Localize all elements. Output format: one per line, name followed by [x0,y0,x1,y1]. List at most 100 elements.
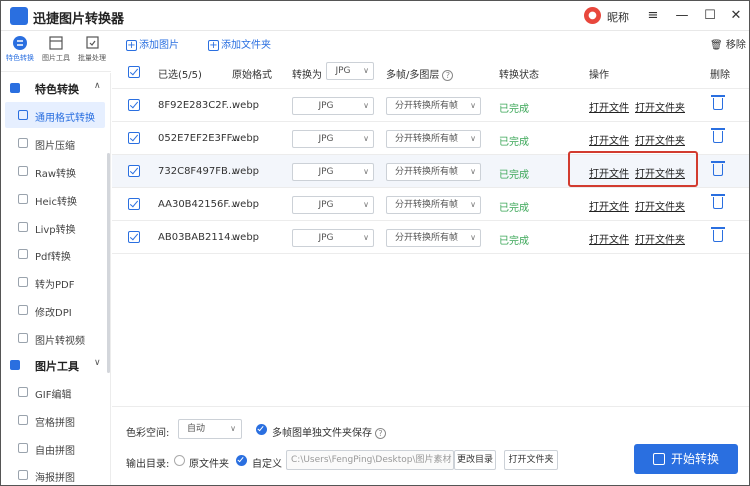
convert-all-select[interactable]: JPG ∨ [326,62,374,80]
file-name: 732C8F497FB... [158,166,238,177]
original-folder-label: 原文件夹 [189,459,229,470]
sidebar-item-heic[interactable]: Heic转换 [5,186,105,212]
tools-group-icon [10,360,20,370]
sidebar-item-compress[interactable]: 图片压缩 [5,130,105,156]
open-file-link[interactable]: 打开文件 [589,198,629,213]
delete-icon[interactable] [711,227,725,242]
special-convert-icon [13,36,27,50]
frames-select[interactable]: 分开转换所有帧 ∨ [386,196,481,214]
row-checkbox[interactable] [128,99,140,111]
remove-button[interactable]: 🗑︎ 移除 [710,36,746,51]
tab-image-tools[interactable]: 图片工具 [39,35,73,63]
chevron-down-icon: ∨ [470,134,476,143]
custom-folder-label: 自定义 [252,459,282,470]
output-path-input[interactable]: C:\Users\FengPing\Desktop\图片素材 [286,450,454,470]
help-icon[interactable]: ? [442,70,454,81]
chevron-down-icon: ∨ [470,101,476,110]
select-all-checkbox[interactable] [128,66,140,78]
sidebar-item-grid[interactable]: 宫格拼图 [5,407,105,433]
table-row[interactable]: AA30B42156F... webp JPG ∨ 分开转换所有帧 ∨ 已完成 打开… [112,188,749,221]
maximize-icon[interactable]: ☐ [699,5,721,27]
open-folder-link[interactable]: 打开文件夹 [635,99,685,114]
row-checkbox[interactable] [128,231,140,243]
sidebar-group-special[interactable]: 特色转换 ∧ [1,75,109,101]
nickname[interactable]: 昵称 [607,9,629,25]
tab-batch[interactable]: 批量处理 [75,35,109,63]
open-file-link[interactable]: 打开文件 [589,132,629,147]
row-checkbox[interactable] [128,165,140,177]
pdf-icon [18,249,28,259]
delete-icon[interactable] [711,95,725,110]
tab-label: 特色转换 [6,54,34,62]
delete-icon[interactable] [711,161,725,176]
frames-select[interactable]: 分开转换所有帧 ∨ [386,163,481,181]
sidebar-group-tools[interactable]: 图片工具 ∨ [1,352,109,378]
sidebar-item-free[interactable]: 自由拼图 [5,435,105,461]
row-checkbox[interactable] [128,132,140,144]
open-file-link[interactable]: 打开文件 [589,99,629,114]
sidebar-item-to-video[interactable]: 图片转视频 [5,325,105,351]
file-name: 052E7EF2E3FF... [158,133,241,144]
format-icon [18,110,28,120]
app-title: 迅捷图片转换器 [33,12,125,27]
original-folder-radio[interactable] [174,455,185,466]
target-format-select[interactable]: JPG ∨ [292,196,374,214]
heic-icon [18,194,28,204]
delete-icon[interactable] [711,194,725,209]
add-image-button[interactable]: + 添加图片 [126,36,179,51]
multiframe-save-checkbox[interactable] [256,424,267,435]
file-name: 8F92E283C2F... [158,100,236,111]
target-format-select[interactable]: JPG ∨ [292,229,374,247]
menu-icon[interactable]: ≡ [642,5,664,27]
header-convert-to: 转换为 [292,70,322,81]
open-folder-link[interactable]: 打开文件夹 [635,198,685,213]
frames-select[interactable]: 分开转换所有帧 ∨ [386,229,481,247]
custom-folder-radio[interactable] [236,455,247,466]
delete-icon[interactable] [711,128,725,143]
color-space-select[interactable]: 自动 ∨ [178,419,242,439]
chevron-down-icon: ∨ [363,200,369,209]
add-folder-button[interactable]: + 添加文件夹 [208,36,271,51]
sidebar-item-gif[interactable]: GIF编辑 [5,379,105,405]
sidebar-item-raw[interactable]: Raw转换 [5,158,105,184]
avatar-icon[interactable]: ● [584,7,601,24]
table-row[interactable]: AB03BAB2114... webp JPG ∨ 分开转换所有帧 ∨ 已完成 打开… [112,221,749,254]
change-dir-button[interactable]: 更改目录 [454,450,496,470]
target-format-select[interactable]: JPG ∨ [292,163,374,181]
to-pdf-icon [18,277,28,287]
table-row[interactable]: 8F92E283C2F... webp JPG ∨ 分开转换所有帧 ∨ 已完成 打开… [112,89,749,122]
frames-select[interactable]: 分开转换所有帧 ∨ [386,97,481,115]
chevron-down-icon: ∨ [230,424,236,433]
toolbar: + 添加图片 + 添加文件夹 🗑︎ 移除 [112,32,749,54]
sidebar-item-livp[interactable]: Livp转换 [5,214,105,240]
header-selected: 已选(5/5) [158,70,202,81]
folder-plus-icon: + [208,40,219,51]
sidebar-item-to-pdf[interactable]: 转为PDF [5,269,105,295]
sidebar-item-dpi[interactable]: 修改DPI [5,297,105,323]
row-checkbox[interactable] [128,198,140,210]
tab-special-convert[interactable]: 特色转换 [3,35,37,63]
sidebar-item-poster[interactable]: 海报拼图 [5,462,105,485]
open-folder-link[interactable]: 打开文件夹 [635,231,685,246]
header-format: 原始格式 [232,70,272,81]
header-status: 转换状态 [499,70,539,81]
free-collage-icon [18,443,28,453]
start-convert-button[interactable]: 开始转换 [634,444,738,474]
open-file-link[interactable]: 打开文件 [589,231,629,246]
header-actions: 操作 [589,70,609,81]
help-icon[interactable]: ? [375,428,386,439]
status-badge: 已完成 [499,170,529,181]
sidebar-item-pdf[interactable]: Pdf转换 [5,241,105,267]
file-format: webp [232,199,260,210]
app-window: 迅捷图片转换器 ● 昵称 ≡ — ☐ ✕ 特色转换 图片工具 批量处理 特色转换… [0,0,750,486]
close-icon[interactable]: ✕ [725,5,747,27]
target-format-select[interactable]: JPG ∨ [292,97,374,115]
target-format-select[interactable]: JPG ∨ [292,130,374,148]
minimize-icon[interactable]: — [671,5,693,27]
frames-select[interactable]: 分开转换所有帧 ∨ [386,130,481,148]
open-folder-link[interactable]: 打开文件夹 [635,132,685,147]
sidebar-scrollbar[interactable] [107,153,110,373]
bottom-settings: 色彩空间: 自动 ∨ 多帧图单独文件夹保存? 输出目录: 原文件夹 自定义 C:\… [112,406,749,485]
open-output-folder-button[interactable]: 打开文件夹 [504,450,558,470]
sidebar-item-general-format[interactable]: 通用格式转换 [5,102,105,128]
